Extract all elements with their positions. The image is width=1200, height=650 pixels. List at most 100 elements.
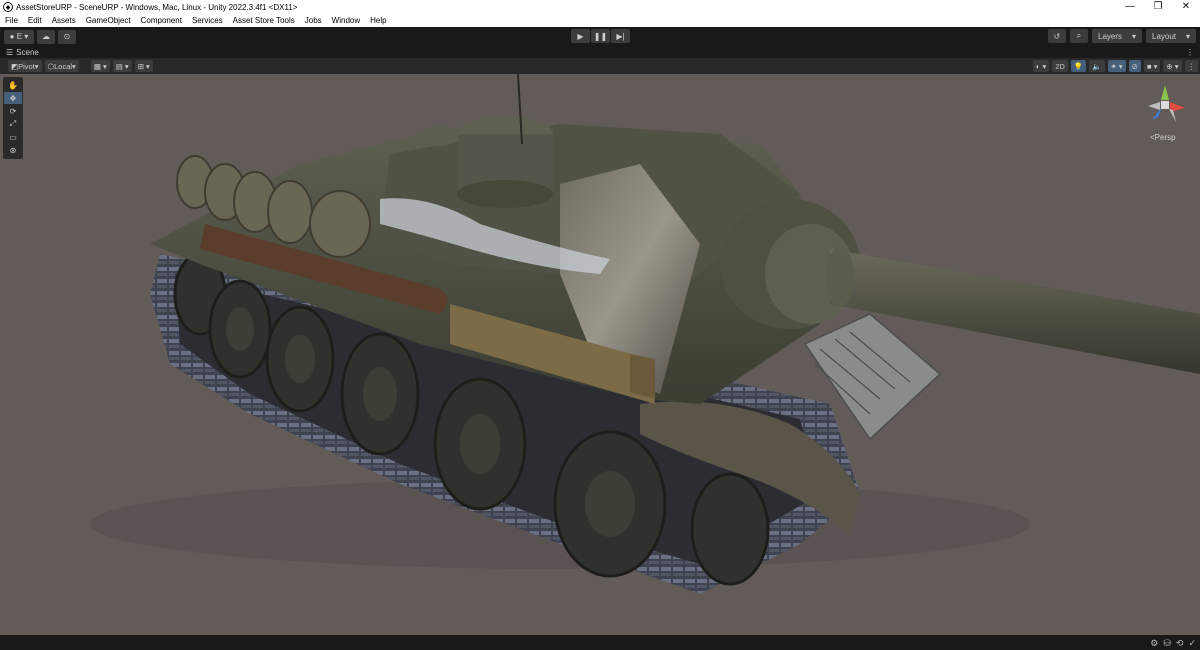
pause-button[interactable]: ❚❚ bbox=[591, 29, 610, 43]
camera-icon: ■ ▾ bbox=[1146, 61, 1158, 71]
debug-icon[interactable]: ⚙ bbox=[1150, 638, 1158, 649]
transform-icon: ⊛ bbox=[9, 145, 17, 155]
window-controls: — ❐ ✕ bbox=[1116, 0, 1200, 14]
menu-window[interactable]: Window bbox=[327, 16, 365, 25]
menu-file[interactable]: File bbox=[0, 16, 23, 25]
pivot-icon: ◩ bbox=[11, 61, 19, 71]
layers-label: Layers bbox=[1098, 31, 1123, 41]
lightbulb-icon: 💡 bbox=[1073, 61, 1084, 71]
chevron-down-icon: ▾ bbox=[34, 61, 39, 71]
search-icon: ⌕ bbox=[1076, 31, 1082, 40]
window-titlebar: ◆ AssetStoreURP - SceneURP - Windows, Ma… bbox=[0, 0, 1200, 14]
incremental-snap-dropdown[interactable]: ⊞ ▾ bbox=[134, 60, 153, 72]
search-button[interactable]: ⌕ bbox=[1070, 29, 1088, 43]
chevron-down-icon: ▾ bbox=[1185, 31, 1190, 41]
tool-palette: ✋ ✥ ⟳ ⤢ ▭ ⊛ bbox=[3, 77, 23, 159]
undo-history-button[interactable]: ↺ bbox=[1048, 29, 1066, 43]
local-label: Local bbox=[54, 61, 73, 71]
grid-snap-dropdown[interactable]: ▦ ▾ bbox=[90, 60, 110, 72]
scale-tool[interactable]: ⤢ bbox=[4, 118, 22, 130]
playmode-controls: ▶ ❚❚ ▶| bbox=[571, 29, 630, 43]
move-icon: ✥ bbox=[9, 93, 17, 103]
chevron-down-icon: ▾ bbox=[1131, 31, 1136, 41]
tab-scene-label: Scene bbox=[16, 47, 39, 57]
snap-increment-dropdown[interactable]: ▤ ▾ bbox=[112, 60, 132, 72]
gizmos-dropdown[interactable]: ⊕ ▾ bbox=[1163, 60, 1182, 72]
projection-label[interactable]: <Persp bbox=[1150, 133, 1176, 142]
close-button[interactable]: ✕ bbox=[1172, 0, 1200, 14]
gizmo-center[interactable] bbox=[1161, 101, 1169, 109]
menu-assets[interactable]: Assets bbox=[47, 16, 81, 25]
layers-dropdown[interactable]: Layers ▾ bbox=[1092, 29, 1142, 43]
projection-label-text: Persp bbox=[1154, 133, 1176, 142]
maximize-button[interactable]: ❐ bbox=[1144, 0, 1172, 14]
scene-icon: ☰ bbox=[6, 47, 14, 57]
menu-edit[interactable]: Edit bbox=[23, 16, 47, 25]
scene-view-options: ◐ ▾ 2D 💡 🔈 ✦ ▾ ⊘ ■ ▾ ⊕ ▾ ⋮ bbox=[1030, 60, 1198, 72]
camera-dropdown[interactable]: ■ ▾ bbox=[1143, 60, 1161, 72]
menu-gameobject[interactable]: GameObject bbox=[81, 16, 136, 25]
menu-component[interactable]: Component bbox=[136, 16, 187, 25]
gizmos-icon: ⊕ ▾ bbox=[1166, 61, 1179, 71]
gizmo-y-axis[interactable] bbox=[1161, 85, 1169, 100]
tab-bar: ☰ Scene ⋮ bbox=[0, 46, 1200, 58]
audio-icon: 🔈 bbox=[1092, 61, 1102, 71]
rect-tool[interactable]: ▭ bbox=[4, 131, 22, 143]
collab-button[interactable]: ⊙ bbox=[58, 29, 76, 44]
chevron-down-icon: ▾ bbox=[72, 61, 76, 71]
account-dropdown[interactable]: ● E ▾ bbox=[4, 29, 34, 44]
layout-dropdown[interactable]: Layout ▾ bbox=[1146, 29, 1196, 43]
rotate-tool[interactable]: ⟳ bbox=[4, 105, 22, 117]
orientation-gizmo[interactable] bbox=[1140, 80, 1190, 130]
grid-icon: ▦ ▾ bbox=[93, 61, 107, 71]
pivot-label: Pivot bbox=[18, 61, 35, 71]
audio-toggle[interactable]: 🔈 bbox=[1089, 60, 1105, 72]
play-button[interactable]: ▶ bbox=[571, 29, 590, 43]
hidden-objects-toggle[interactable]: ⊘ bbox=[1128, 60, 1141, 72]
collab-icon: ⊙ bbox=[63, 32, 71, 41]
eye-slash-icon: ⊘ bbox=[1131, 61, 1138, 71]
cloud-icon: ☁ bbox=[42, 32, 50, 41]
lighting-toggle[interactable]: 💡 bbox=[1070, 60, 1087, 72]
tab-scene[interactable]: ☰ Scene bbox=[0, 48, 39, 57]
more-icon: ⋮ bbox=[1187, 61, 1196, 71]
menu-services[interactable]: Services bbox=[187, 16, 228, 25]
play-icon: ▶ bbox=[577, 31, 584, 41]
step-button[interactable]: ▶| bbox=[611, 29, 630, 43]
tab-menu-icon[interactable]: ⋮ bbox=[1186, 48, 1194, 57]
effects-icon: ✦ ▾ bbox=[1110, 61, 1123, 71]
status-bar bbox=[0, 635, 1200, 650]
scene-viewport[interactable] bbox=[0, 74, 1200, 635]
minimize-button[interactable]: — bbox=[1116, 0, 1144, 14]
cache-icon[interactable]: ⛁ bbox=[1163, 638, 1171, 649]
cloud-button[interactable]: ☁ bbox=[37, 29, 55, 44]
menu-jobs[interactable]: Jobs bbox=[300, 16, 327, 25]
menu-asset-store-tools[interactable]: Asset Store Tools bbox=[228, 16, 300, 25]
transform-tool[interactable]: ⊛ bbox=[4, 144, 22, 156]
network-icon[interactable]: ⟲ bbox=[1176, 638, 1184, 649]
status-icons: ⚙ ⛁ ⟲ ✓ bbox=[1150, 638, 1196, 649]
layout-label: Layout bbox=[1152, 31, 1177, 41]
scene-toolbar: ◩ Pivot ▾ ⬡ Local ▾ ▦ ▾ ▤ ▾ ⊞ ▾ bbox=[0, 58, 1200, 74]
scene-options-button[interactable]: ⋮ bbox=[1184, 60, 1198, 72]
step-icon: ▶| bbox=[616, 31, 625, 41]
snap-icon: ▤ ▾ bbox=[115, 61, 129, 71]
pivot-dropdown[interactable]: ◩ Pivot ▾ bbox=[8, 60, 42, 72]
effects-dropdown[interactable]: ✦ ▾ bbox=[1107, 60, 1126, 72]
gizmo-neg-z bbox=[1169, 109, 1176, 122]
chevron-down-icon: ▾ bbox=[22, 32, 29, 41]
local-dropdown[interactable]: ⬡ Local ▾ bbox=[44, 60, 79, 72]
draw-mode-dropdown[interactable]: ◐ ▾ bbox=[1032, 60, 1050, 72]
account-icon: ● bbox=[9, 32, 17, 41]
menu-bar: File Edit Assets GameObject Component Se… bbox=[0, 14, 1200, 27]
rotate-icon: ⟳ bbox=[9, 106, 17, 116]
pause-icon: ❚❚ bbox=[593, 31, 608, 41]
mode-2d-label: 2D bbox=[1055, 61, 1065, 71]
hand-icon: ✋ bbox=[8, 80, 18, 90]
move-tool[interactable]: ✥ bbox=[4, 92, 22, 104]
mode-2d-toggle[interactable]: 2D bbox=[1052, 60, 1068, 72]
check-icon[interactable]: ✓ bbox=[1188, 638, 1196, 649]
hand-tool[interactable]: ✋ bbox=[4, 79, 22, 91]
menu-help[interactable]: Help bbox=[365, 16, 391, 25]
tank-model[interactable] bbox=[0, 74, 1200, 635]
